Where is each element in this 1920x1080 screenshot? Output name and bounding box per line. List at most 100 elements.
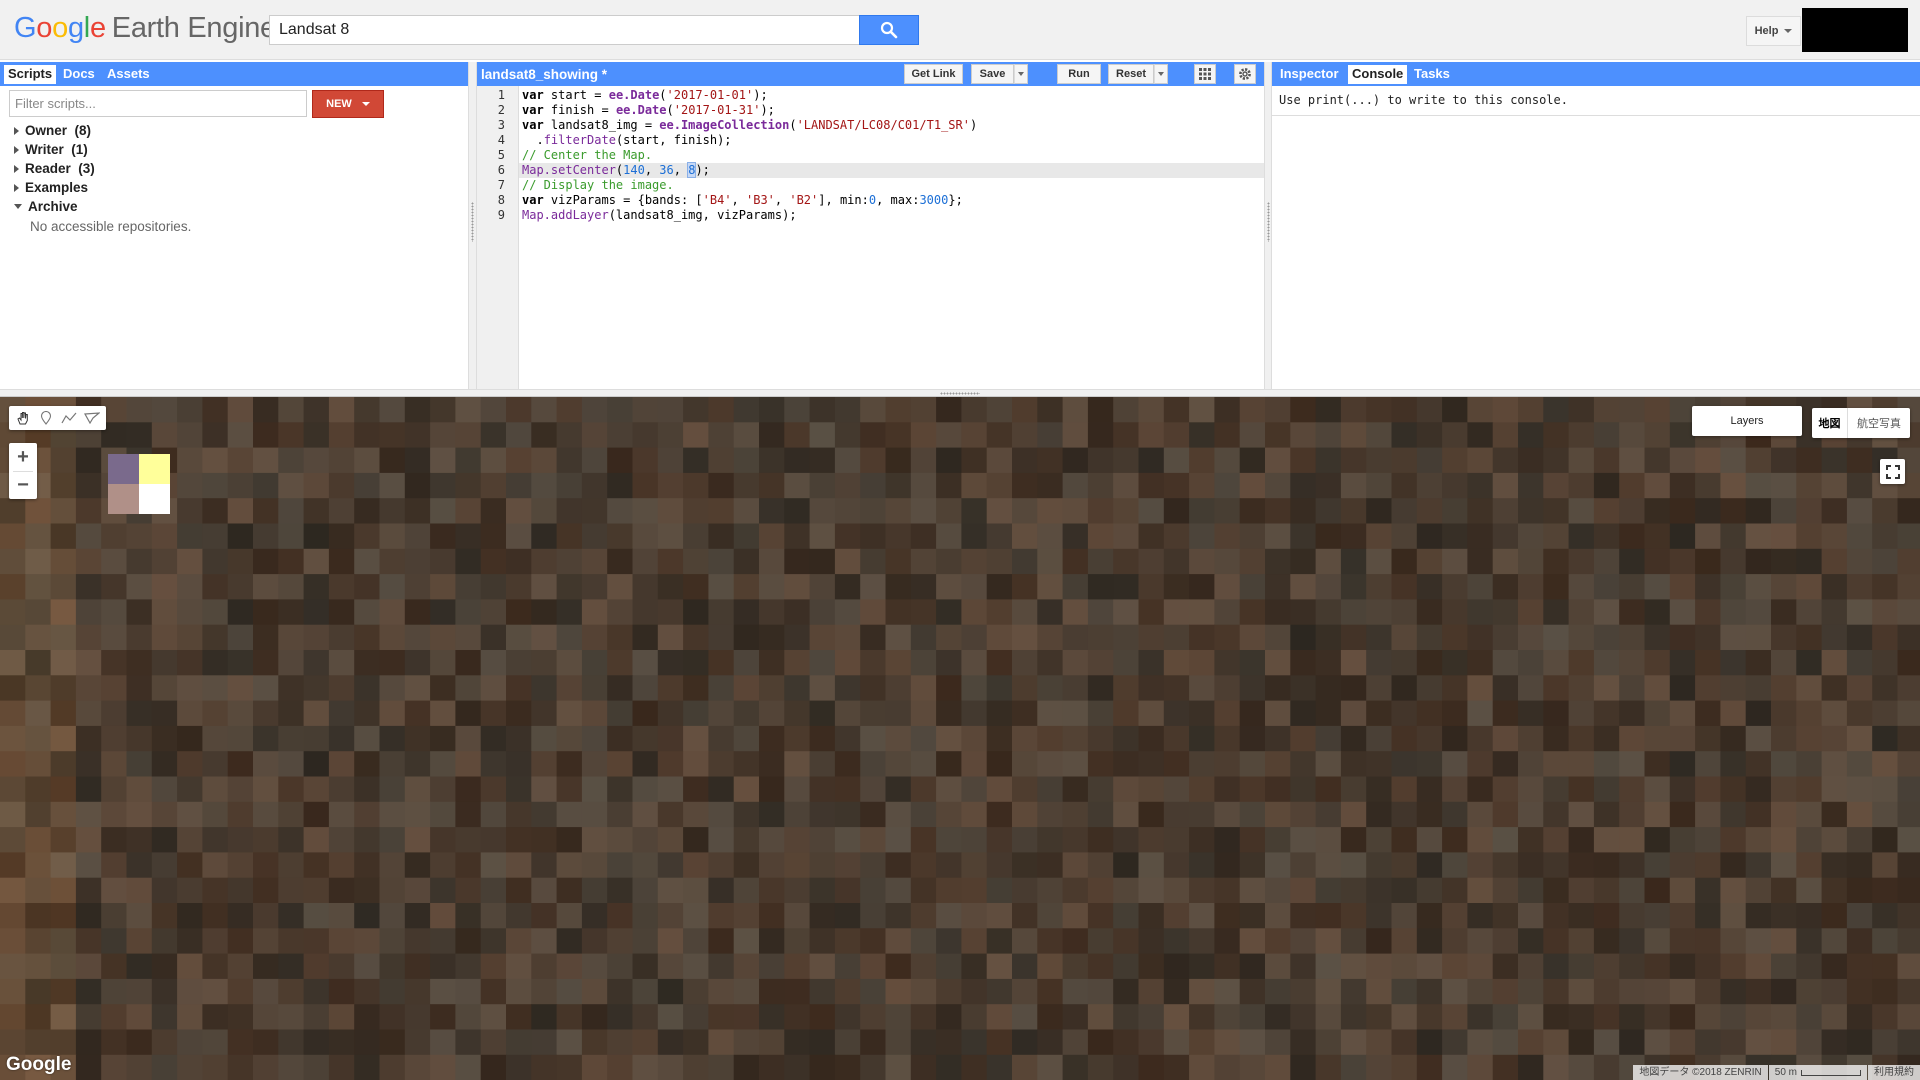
code-line-2[interactable]: var finish = ee.Date('2017-01-31');	[522, 103, 775, 118]
code-line-6[interactable]: Map.setCenter(140, 36, 8);	[522, 162, 710, 178]
code-token: // Center the Map.	[522, 148, 653, 162]
code-token: 'B4'	[702, 193, 732, 207]
splitter-grip	[940, 392, 980, 395]
reset-dropdown[interactable]	[1154, 64, 1168, 84]
account-avatar-redacted[interactable]	[1802, 8, 1908, 52]
save-button[interactable]: Save	[971, 64, 1014, 84]
zoom-in-button[interactable]: +	[9, 443, 37, 471]
code-token: (start, finish);	[615, 133, 732, 147]
tab-inspector[interactable]: Inspector	[1276, 65, 1343, 84]
left-splitter[interactable]	[469, 62, 477, 389]
polyline-icon	[61, 412, 77, 424]
expand-arrow-icon	[14, 164, 19, 173]
code-line-8[interactable]: var vizParams = {bands: ['B4', 'B3', 'B2…	[522, 193, 963, 208]
code-token: vizParams = {bands: [	[543, 193, 703, 207]
zoom-out-button[interactable]: −	[9, 471, 37, 499]
tab-docs[interactable]: Docs	[59, 65, 99, 84]
code-token: 'B2'	[789, 193, 819, 207]
get-link-button[interactable]: Get Link	[904, 64, 963, 84]
polygon-tool[interactable]	[82, 408, 102, 428]
save-dropdown[interactable]	[1014, 64, 1028, 84]
code-line-5[interactable]: // Center the Map.	[522, 148, 652, 163]
code-token: );	[753, 88, 768, 102]
code-line-7[interactable]: // Display the image.	[522, 178, 674, 193]
map-canvas[interactable]	[0, 397, 1920, 1080]
satellite-imagery	[0, 397, 1920, 1080]
scale-label: 50 m	[1774, 1067, 1797, 1078]
fullscreen-button[interactable]	[1880, 459, 1905, 484]
logo-google-text: Google	[14, 12, 106, 44]
repo-owner[interactable]: Owner (8)	[14, 123, 91, 138]
archive-empty-message: No accessible repositories.	[30, 219, 192, 234]
line-number-gutter: 1 2 3 4 5 6 7 8 9	[477, 86, 519, 389]
help-button[interactable]: Help	[1746, 16, 1801, 46]
repo-label: Reader (3)	[25, 161, 95, 176]
search-icon	[880, 21, 898, 39]
right-splitter[interactable]	[1264, 62, 1272, 389]
terms-link[interactable]: 利用規約	[1868, 1065, 1920, 1080]
tab-console[interactable]: Console	[1348, 65, 1408, 84]
line-number: 4	[497, 133, 505, 147]
code-token: , max:	[876, 193, 920, 207]
hand-icon	[17, 412, 28, 425]
map-type-map[interactable]: 地図	[1812, 408, 1848, 438]
scale-bar[interactable]: 50 m	[1768, 1065, 1867, 1080]
line-number: 2	[497, 103, 505, 117]
chevron-down-icon	[361, 102, 370, 106]
code-token: 3000	[919, 193, 949, 207]
code-line-4[interactable]: .filterDate(start, finish);	[522, 133, 732, 148]
search-button[interactable]	[859, 15, 919, 45]
run-button[interactable]: Run	[1057, 64, 1101, 84]
earth-engine-logo[interactable]: Google Earth Engine	[14, 12, 276, 45]
search-input[interactable]	[269, 15, 859, 45]
collapse-arrow-icon	[14, 204, 22, 209]
settings-button[interactable]	[1234, 64, 1256, 84]
reset-button[interactable]: Reset	[1108, 64, 1154, 84]
point-tool[interactable]	[36, 408, 56, 428]
repo-writer[interactable]: Writer (1)	[14, 142, 88, 157]
apps-grid-icon	[1199, 68, 1211, 80]
code-line-9[interactable]: Map.addLayer(landsat8_img, vizParams);	[522, 208, 797, 223]
apps-button[interactable]	[1194, 64, 1216, 84]
code-line-1[interactable]: var start = ee.Date('2017-01-01');	[522, 88, 768, 103]
map-type-satellite[interactable]: 航空写真	[1848, 408, 1910, 438]
scale-line	[1801, 1069, 1861, 1076]
line-number: 7	[497, 178, 505, 192]
repo-archive[interactable]: Archive	[14, 199, 78, 214]
splitter-grip	[471, 202, 474, 242]
repo-label: Archive	[28, 199, 78, 214]
console-panel	[1272, 62, 1920, 389]
help-label: Help	[1754, 25, 1779, 37]
line-number: 8	[497, 193, 505, 207]
tab-assets[interactable]: Assets	[103, 65, 154, 84]
horizontal-splitter[interactable]	[0, 389, 1920, 397]
tab-scripts[interactable]: Scripts	[4, 65, 57, 84]
polygon-icon	[84, 412, 101, 424]
repo-label: Writer (1)	[25, 142, 88, 157]
repo-examples[interactable]: Examples	[14, 180, 88, 195]
code-token: Map.addLayer	[522, 208, 609, 222]
left-panel-tabbar: Scripts Docs Assets	[0, 62, 468, 86]
new-script-button[interactable]: NEW	[312, 90, 384, 118]
code-token: var	[522, 118, 544, 132]
code-token: )	[969, 118, 978, 132]
header-bar: GoogleEarth Engine Help	[0, 0, 1920, 60]
code-line-3[interactable]: var landsat8_img = ee.ImageCollection('L…	[522, 118, 977, 133]
filter-scripts-input[interactable]	[9, 90, 307, 117]
script-title[interactable]: landsat8_showing *	[481, 67, 607, 82]
right-panel-tabbar: Inspector Console Tasks	[1272, 62, 1920, 86]
layers-button[interactable]: Layers	[1692, 406, 1802, 436]
line-number: 9	[497, 208, 505, 222]
code-token: start =	[543, 88, 609, 102]
line-tool[interactable]	[59, 408, 79, 428]
line-number: 1	[497, 88, 505, 102]
code-area[interactable]: var start = ee.Date('2017-01-01'); var f…	[520, 86, 1264, 389]
map-data-credit: 地図データ ©2018 ZENRIN	[1633, 1065, 1768, 1080]
console-divider	[1272, 115, 1920, 116]
gear-icon	[1239, 68, 1251, 80]
new-label: NEW	[326, 98, 352, 110]
google-map-logo[interactable]: Google	[6, 1054, 71, 1076]
tab-tasks[interactable]: Tasks	[1410, 65, 1454, 84]
repo-reader[interactable]: Reader (3)	[14, 161, 95, 176]
pan-tool[interactable]	[13, 408, 33, 428]
